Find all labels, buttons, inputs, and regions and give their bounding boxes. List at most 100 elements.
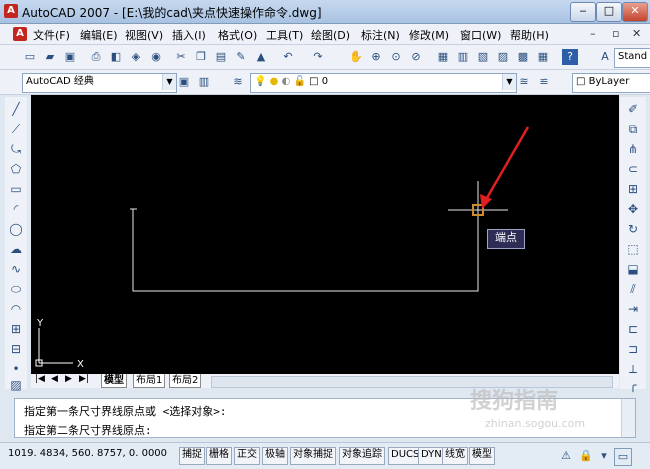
match-properties-icon[interactable]: ✎ (233, 49, 249, 65)
osnap-toggle[interactable]: 对象捕捉 (290, 447, 336, 465)
undo-icon[interactable]: ↶ (280, 49, 296, 65)
sheet-set-icon[interactable]: ▨ (495, 49, 511, 65)
erase-icon[interactable]: ✐ (625, 101, 641, 117)
design-center-icon[interactable]: ▥ (455, 49, 471, 65)
doc-restore-button[interactable]: ▫ (612, 27, 619, 40)
paste-icon[interactable]: ▤ (213, 49, 229, 65)
menu-view[interactable]: 视图(V) (125, 27, 163, 43)
array-icon[interactable]: ⊞ (625, 181, 641, 197)
hatch-icon[interactable]: ▨ (8, 377, 24, 393)
tab-next-icon[interactable]: ▶ (65, 374, 72, 384)
publish-icon[interactable]: ◈ (128, 49, 144, 65)
doc-close-button[interactable]: ✕ (632, 27, 641, 40)
workspace-save-icon[interactable]: ▥ (196, 74, 212, 90)
communication-center-icon[interactable]: ⚠ (558, 448, 574, 464)
layer-manager-icon[interactable]: ≋ (230, 74, 246, 90)
copy-icon[interactable]: ❐ (193, 49, 209, 65)
join-icon[interactable]: ⊐ (625, 341, 641, 357)
polygon-icon[interactable]: ⬠ (8, 161, 24, 177)
construction-line-icon[interactable]: ⟋ (8, 121, 24, 137)
text-style-select[interactable]: Stand (614, 48, 650, 68)
calculator-icon[interactable]: ▦ (535, 49, 551, 65)
close-button[interactable]: ✕ (622, 2, 648, 22)
ortho-toggle[interactable]: 正交 (234, 447, 260, 465)
pan-icon[interactable]: ✋ (348, 49, 364, 65)
otrack-toggle[interactable]: 对象追踪 (339, 447, 385, 465)
lineweight-toggle[interactable]: 线宽 (442, 447, 468, 465)
markup-icon[interactable]: ▩ (515, 49, 531, 65)
cut-icon[interactable]: ✂ (173, 49, 189, 65)
clean-screen-icon[interactable]: ▭ (614, 448, 632, 466)
command-scrollbar[interactable] (621, 399, 635, 437)
workspace-settings-icon[interactable]: ▣ (176, 74, 192, 90)
print-preview-icon[interactable]: ◧ (108, 49, 124, 65)
break-icon[interactable]: ⊏ (625, 321, 641, 337)
block-editor-icon[interactable]: ▲ (253, 49, 269, 65)
new-file-icon[interactable]: ▭ (22, 49, 38, 65)
grid-toggle[interactable]: 栅格 (206, 447, 232, 465)
circle-icon[interactable]: ◯ (8, 221, 24, 237)
help-icon[interactable]: ? (562, 49, 578, 65)
properties-icon[interactable]: ▦ (435, 49, 451, 65)
scale-icon[interactable]: ⬚ (625, 241, 641, 257)
text-style-icon[interactable]: A (597, 49, 613, 65)
snap-toggle[interactable]: 捕捉 (179, 447, 205, 465)
menu-file[interactable]: 文件(F) (33, 27, 70, 43)
zoom-previous-icon[interactable]: ⊘ (408, 49, 424, 65)
menu-help[interactable]: 帮助(H) (510, 27, 549, 43)
zoom-window-icon[interactable]: ⊙ (388, 49, 404, 65)
chamfer-icon[interactable]: ⟂ (625, 361, 641, 377)
print-icon[interactable]: ⎙ (88, 49, 104, 65)
doc-minimize-button[interactable]: – (590, 27, 596, 40)
menu-tools[interactable]: 工具(T) (266, 27, 303, 43)
model-toggle[interactable]: 模型 (469, 447, 495, 465)
tool-palettes-icon[interactable]: ▧ (475, 49, 491, 65)
arc-icon[interactable]: ◜ (8, 201, 24, 217)
ellipse-icon[interactable]: ⬭ (8, 281, 24, 297)
tab-first-icon[interactable]: |◀ (35, 374, 45, 384)
menu-insert[interactable]: 插入(I) (172, 27, 206, 43)
lock-toolbar-icon[interactable]: 🔒 (578, 448, 594, 464)
tab-layout1[interactable]: 布局1 (133, 374, 166, 388)
layer-select[interactable]: 💡 ● ◐ 🔓 □ 0 ▼ (250, 73, 517, 93)
save-icon[interactable]: ▣ (62, 49, 78, 65)
make-current-layer-icon[interactable]: ≊ (516, 74, 532, 90)
spline-icon[interactable]: ∿ (8, 261, 24, 277)
stretch-icon[interactable]: ⬓ (625, 261, 641, 277)
3d-dwf-icon[interactable]: ◉ (148, 49, 164, 65)
menu-window[interactable]: 窗口(W) (460, 27, 501, 43)
drawing-canvas[interactable]: Y X (31, 95, 619, 374)
move-icon[interactable]: ✥ (625, 201, 641, 217)
command-window[interactable]: 指定第一条尺寸界线原点或 <选择对象>: 指定第二条尺寸界线原点: 搜狗指南 z… (14, 389, 636, 438)
tab-prev-icon[interactable]: ◀ (51, 374, 58, 384)
menu-modify[interactable]: 修改(M) (409, 27, 449, 43)
ellipse-arc-icon[interactable]: ◠ (8, 301, 24, 317)
maximize-button[interactable]: □ (596, 2, 622, 22)
menu-dimension[interactable]: 标注(N) (361, 27, 400, 43)
polar-toggle[interactable]: 极轴 (262, 447, 288, 465)
menu-edit[interactable]: 编辑(E) (80, 27, 118, 43)
menu-draw[interactable]: 绘图(D) (311, 27, 350, 43)
point-icon[interactable]: • (8, 361, 24, 377)
insert-block-icon[interactable]: ⊞ (8, 321, 24, 337)
polyline-icon[interactable]: ⤿ (8, 141, 24, 157)
make-block-icon[interactable]: ⊟ (8, 341, 24, 357)
workspace-select[interactable]: AutoCAD 经典 ▼ (22, 73, 177, 93)
tab-model[interactable]: 模型 (101, 374, 127, 388)
status-menu-icon[interactable]: ▾ (596, 448, 612, 464)
color-control-select[interactable]: □ ByLayer (572, 73, 650, 93)
minimize-button[interactable]: ‒ (570, 2, 596, 22)
menu-format[interactable]: 格式(O) (218, 27, 257, 43)
trim-icon[interactable]: ⫽ (625, 281, 641, 297)
rotate-icon[interactable]: ↻ (625, 221, 641, 237)
dyn-toggle[interactable]: DYN (418, 447, 445, 465)
layer-previous-icon[interactable]: ≌ (536, 74, 552, 90)
mirror-icon[interactable]: ⋔ (625, 141, 641, 157)
zoom-realtime-icon[interactable]: ⊕ (368, 49, 384, 65)
rectangle-icon[interactable]: ▭ (8, 181, 24, 197)
redo-icon[interactable]: ↷ (310, 49, 326, 65)
extend-icon[interactable]: ⇥ (625, 301, 641, 317)
open-file-icon[interactable]: ▰ (42, 49, 58, 65)
command-prompt-line[interactable]: 指定第二条尺寸界线原点: (24, 422, 152, 438)
line-icon[interactable]: ╱ (8, 101, 24, 117)
